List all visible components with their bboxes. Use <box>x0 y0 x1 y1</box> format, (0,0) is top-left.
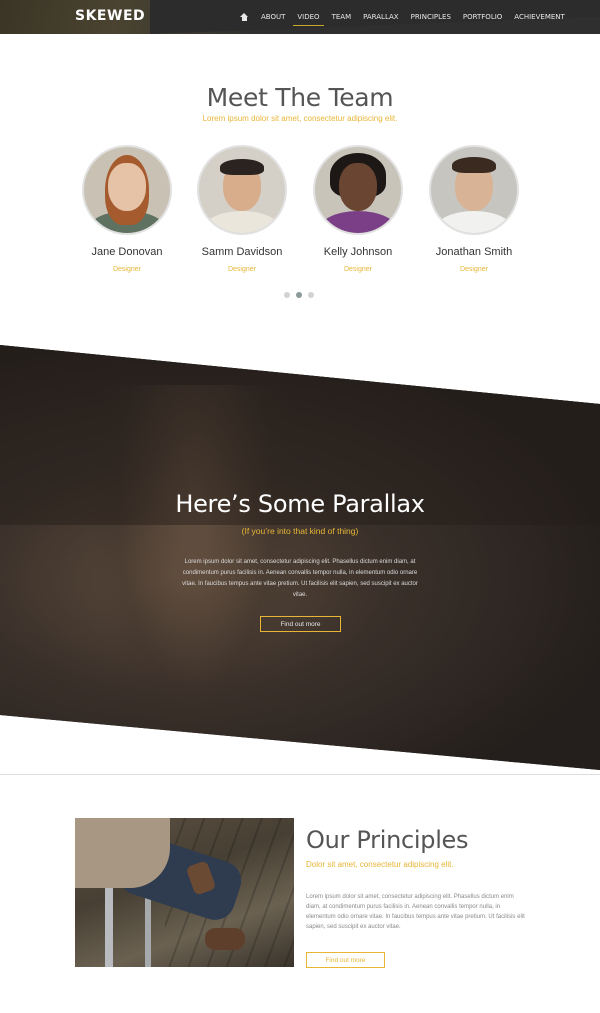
carousel-pagination <box>284 292 320 298</box>
nav-portfolio[interactable]: PORTFOLIO <box>463 0 502 34</box>
avatar <box>313 145 403 235</box>
principles-body-text: Lorem ipsum dolor sit amet, consectetur … <box>306 894 525 930</box>
member-role: Designer <box>459 266 488 273</box>
nav-menu: ABOUT VIDEO TEAM PARALLAX PRINCIPLES POR… <box>234 0 571 34</box>
member-name: Jane Donovan <box>91 246 163 258</box>
member-name: Kelly Johnson <box>323 246 393 258</box>
top-navbar: SKEWED ABOUT VIDEO TEAM PARALLAX PRINCIP… <box>0 0 600 34</box>
nav-achievement[interactable]: ACHIEVEMENT <box>514 0 565 34</box>
home-icon <box>240 12 249 22</box>
member-role: Designer <box>112 266 141 273</box>
nav-about[interactable]: ABOUT <box>261 0 285 34</box>
principles-subtitle: Dolor sit amet, consectetur adipiscing e… <box>306 860 454 869</box>
nav-home[interactable] <box>240 0 249 34</box>
nav-video[interactable]: VIDEO <box>293 0 324 34</box>
parallax-title: Here’s Some Parallax <box>175 490 425 518</box>
section-divider <box>0 774 600 775</box>
parallax-subtitle: (If you’re into that kind of thing) <box>241 526 359 536</box>
parallax-section: Here’s Some Parallax (If you’re into tha… <box>0 345 600 770</box>
team-member-card[interactable]: Samm Davidson Designer <box>184 145 300 273</box>
carousel-dot-active[interactable] <box>296 292 302 298</box>
member-role: Designer <box>343 266 372 273</box>
principles-find-out-more-button[interactable]: Find out more <box>306 952 385 968</box>
brand-logo[interactable]: SKEWED <box>75 8 145 24</box>
principles-title: Our Principles <box>306 826 469 854</box>
carousel-dot[interactable] <box>284 292 290 298</box>
principles-image <box>75 818 294 967</box>
team-member-card[interactable]: Jane Donovan Designer <box>69 145 185 273</box>
nav-team[interactable]: TEAM <box>332 0 352 34</box>
team-title: Meet The Team <box>206 83 394 112</box>
parallax-find-out-more-button[interactable]: Find out more <box>260 616 341 632</box>
team-member-card[interactable]: Jonathan Smith Designer <box>416 145 532 273</box>
nav-parallax[interactable]: PARALLAX <box>363 0 398 34</box>
carousel-dot[interactable] <box>308 292 314 298</box>
member-name: Jonathan Smith <box>435 246 513 258</box>
team-member-card[interactable]: Kelly Johnson Designer <box>300 145 416 273</box>
nav-principles[interactable]: PRINCIPLES <box>411 0 451 34</box>
member-role: Designer <box>227 266 256 273</box>
team-subtitle: Lorem ipsum dolor sit amet, consectetur … <box>202 114 398 123</box>
avatar <box>429 145 519 235</box>
avatar <box>82 145 172 235</box>
parallax-body-text: Lorem ipsum dolor sit amet, consectetur … <box>182 559 418 598</box>
member-name: Samm Davidson <box>201 246 283 258</box>
avatar <box>197 145 287 235</box>
